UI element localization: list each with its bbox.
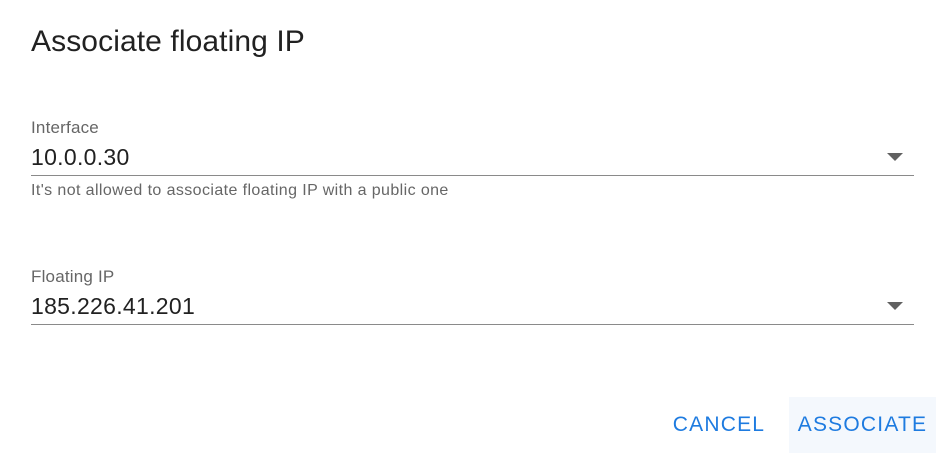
interface-hint: It's not allowed to associate floating I…	[31, 182, 449, 199]
interface-label: Interface	[31, 118, 99, 137]
dialog-title: Associate floating IP	[31, 25, 305, 58]
interface-select[interactable]: 10.0.0.30	[31, 139, 914, 176]
associate-floating-ip-dialog: Associate floating IP Interface 10.0.0.3…	[0, 0, 936, 466]
dialog-actions: CANCEL ASSOCIATE	[0, 397, 936, 453]
associate-button[interactable]: ASSOCIATE	[789, 397, 936, 453]
interface-field: Interface 10.0.0.30 It's not allowed to …	[31, 117, 914, 227]
interface-value: 10.0.0.30	[31, 144, 130, 170]
arrow-drop-down-icon[interactable]	[887, 302, 903, 310]
floating-ip-field: Floating IP 185.226.41.201	[31, 266, 914, 346]
floating-ip-select[interactable]: 185.226.41.201	[31, 288, 914, 325]
arrow-drop-down-icon[interactable]	[887, 153, 903, 161]
floating-ip-label: Floating IP	[31, 267, 115, 286]
cancel-button[interactable]: CANCEL	[664, 397, 774, 453]
floating-ip-value: 185.226.41.201	[31, 293, 196, 319]
